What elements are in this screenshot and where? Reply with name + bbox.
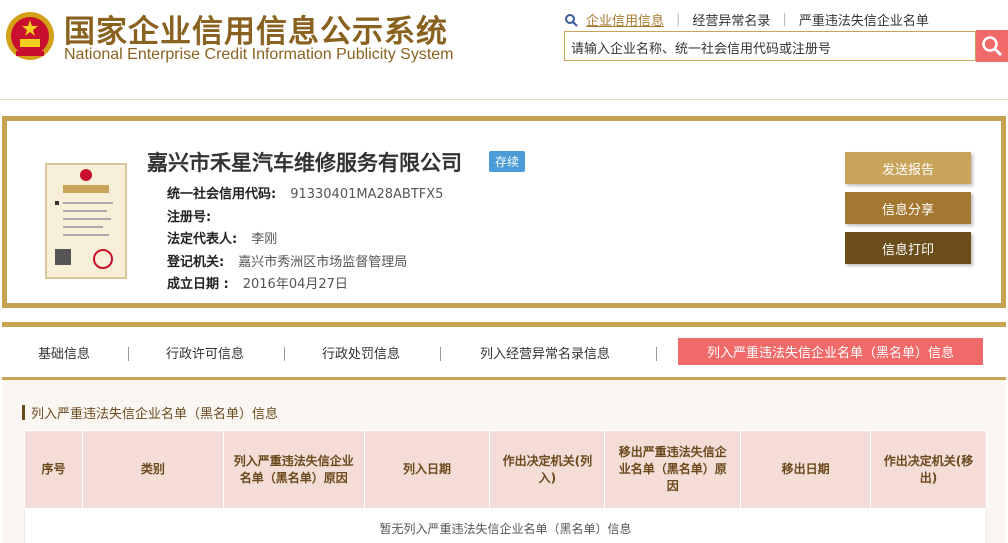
business-license-icon [45,163,127,279]
site-title: 国家企业信用信息公示系统 [64,14,448,50]
column-header: 作出决定机关(列入) [489,430,606,509]
search-icon [982,36,1003,57]
field-label: 登记机关: [167,255,225,270]
nav-separator: | [676,12,681,27]
section-marker [22,405,25,420]
field-value: 91330401MA28ABTFX5 [290,187,444,202]
top-nav: 企业信用信息 | 经营异常名录 | 严重违法失信企业名单 [564,10,929,29]
field-value: 李刚 [251,232,278,247]
tab-separator [284,347,285,361]
tab-admin-penalty[interactable]: 行政处罚信息 [322,343,400,362]
field-reg-authority: 登记机关: 嘉兴市秀洲区市场监督管理局 [167,251,407,270]
table-row: 暂无列入严重违法失信企业名单（黑名单）信息 [24,508,987,543]
empty-message: 暂无列入严重违法失信企业名单（黑名单）信息 [24,508,987,543]
tab-blacklist[interactable]: 列入严重违法失信企业名单（黑名单）信息 [678,338,983,365]
search-input[interactable]: 请输入企业名称、统一社会信用代码或注册号 [564,31,976,61]
tab-bar: 基础信息 行政许可信息 行政处罚信息 列入经营异常名录信息 列入严重违法失信企业… [2,327,1006,380]
company-name: 嘉兴市禾星汽车维修服务有限公司 [147,151,462,175]
tab-separator [440,347,441,361]
national-emblem-icon [6,12,54,60]
tab-abnormal-list[interactable]: 列入经营异常名录信息 [480,343,610,362]
send-report-button[interactable]: 发送报告 [845,152,971,184]
field-value: 嘉兴市秀洲区市场监督管理局 [238,255,408,270]
section-title-text: 列入严重违法失信企业名单（黑名单）信息 [31,407,279,422]
tab-separator [128,347,129,361]
tab-basic-info[interactable]: 基础信息 [38,343,90,362]
search-button[interactable] [976,30,1008,62]
column-header: 作出决定机关(移出) [870,430,987,509]
field-value: 2016年04月27日 [242,277,348,292]
column-header: 移出日期 [740,430,872,509]
site-header: 国家企业信用信息公示系统 National Enterprise Credit … [0,0,1008,100]
column-header: 列入日期 [363,430,491,509]
company-info-card: 嘉兴市禾星汽车维修服务有限公司 存续 统一社会信用代码: 91330401MA28… [2,116,1006,308]
content-area: 基础信息 行政许可信息 行政处罚信息 列入经营异常名录信息 列入严重违法失信企业… [2,322,1006,543]
nav-link-abnormal-list[interactable]: 经营异常名录 [692,10,770,29]
search-icon [565,13,578,27]
column-header: 类别 [81,430,224,509]
field-label: 注册号: [167,210,212,225]
field-legal-rep: 法定代表人: 李刚 [167,228,277,247]
field-label: 统一社会信用代码: [167,187,277,202]
section-title: 列入严重违法失信企业名单（黑名单）信息 [22,403,278,422]
column-header: 列入严重违法失信企业名单（黑名单）原因 [222,430,365,509]
tab-admin-license[interactable]: 行政许可信息 [166,343,244,362]
field-reg-number: 注册号: [167,206,225,225]
site-subtitle: National Enterprise Credit Information P… [64,46,454,63]
field-established-date: 成立日期 : 2016年04月27日 [167,273,348,292]
share-info-button[interactable]: 信息分享 [845,192,971,224]
table-header-row: 序号 类别 列入严重违法失信企业名单（黑名单）原因 列入日期 作出决定机关(列入… [24,430,987,509]
column-header: 移出严重违法失信企业名单（黑名单）原因 [604,430,742,509]
field-label: 法定代表人: [167,232,238,247]
blacklist-table: 序号 类别 列入严重违法失信企业名单（黑名单）原因 列入日期 作出决定机关(列入… [24,430,987,543]
status-badge: 存续 [489,151,526,172]
nav-link-blacklist[interactable]: 严重违法失信企业名单 [799,10,929,29]
field-label: 成立日期 : [167,277,229,292]
nav-separator: | [782,12,787,27]
tab-separator [656,347,657,361]
column-header: 序号 [24,430,83,509]
print-info-button[interactable]: 信息打印 [845,232,971,264]
field-credit-code: 统一社会信用代码: 91330401MA28ABTFX5 [167,183,443,202]
nav-link-credit-info[interactable]: 企业信用信息 [586,10,664,29]
